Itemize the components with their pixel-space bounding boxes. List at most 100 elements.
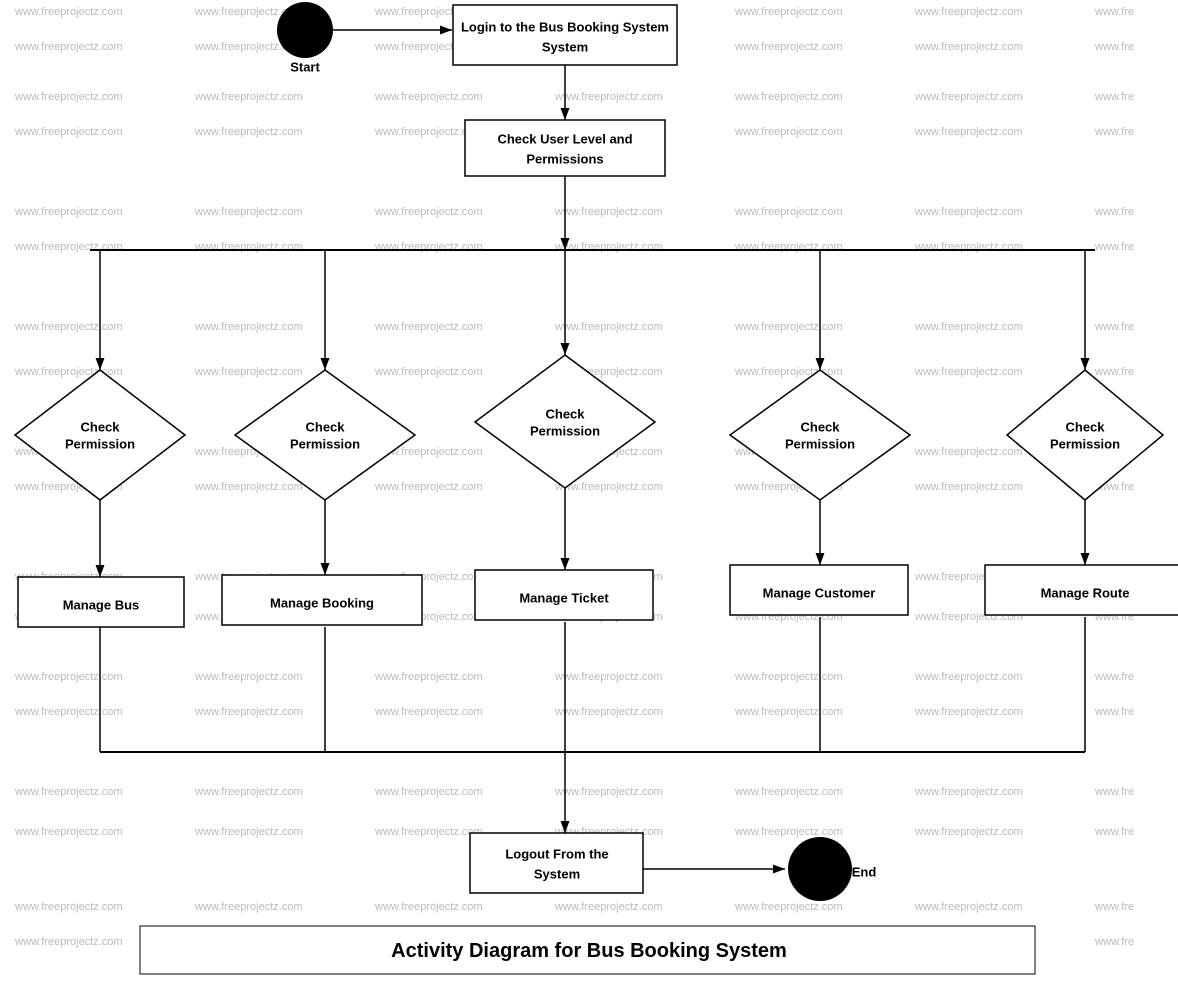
check-perm2-label2: Permission (290, 436, 360, 451)
svg-text:www.freeprojectz.com: www.freeprojectz.com (554, 901, 663, 913)
svg-text:www.freeprojectz.com: www.freeprojectz.com (374, 901, 483, 913)
login-node (453, 5, 677, 65)
svg-text:www.freeprojectz.com: www.freeprojectz.com (734, 91, 843, 103)
manage-route-label: Manage Route (1041, 585, 1130, 600)
svg-text:www.freeprojectz.com: www.freeprojectz.com (914, 206, 1023, 218)
svg-text:www.freeprojectz.com: www.freeprojectz.com (914, 41, 1023, 53)
svg-text:www.freeprojectz.com: www.freeprojectz.com (14, 206, 123, 218)
svg-text:www.freeprojectz.com: www.freeprojectz.com (734, 786, 843, 798)
svg-text:www.freeprojectz.com: www.freeprojectz.com (194, 321, 303, 333)
logout-label: Logout From the (505, 846, 608, 861)
svg-text:www.freeprojectz.com: www.freeprojectz.com (374, 206, 483, 218)
svg-text:www.freeprojectz.com: www.freeprojectz.com (374, 91, 483, 103)
svg-text:www.freeprojectz.com: www.freeprojectz.com (734, 41, 843, 53)
start-label: Start (290, 59, 320, 74)
svg-text:www.fre: www.fre (1094, 901, 1134, 913)
svg-text:www.freeprojectz.com: www.freeprojectz.com (914, 481, 1023, 493)
svg-text:www.freeprojectz.com: www.freeprojectz.com (194, 671, 303, 683)
diagram-title: Activity Diagram for Bus Booking System (391, 940, 787, 962)
svg-text:www.freeprojectz.com: www.freeprojectz.com (194, 206, 303, 218)
svg-text:www.freeprojectz.com: www.freeprojectz.com (14, 826, 123, 838)
svg-text:www.freeprojectz.com: www.freeprojectz.com (734, 126, 843, 138)
check-user-label: Check User Level and (497, 131, 632, 146)
svg-text:www.freeprojectz.com: www.freeprojectz.com (374, 786, 483, 798)
svg-text:www.freeprojectz.com: www.freeprojectz.com (14, 936, 123, 948)
svg-text:www.freeprojectz.com: www.freeprojectz.com (14, 126, 123, 138)
svg-text:www.freeprojectz.com: www.freeprojectz.com (734, 901, 843, 913)
check-perm1-label: Check (80, 419, 120, 434)
svg-text:www.freeprojectz.com: www.freeprojectz.com (194, 481, 303, 493)
svg-text:www.freeprojectz.com: www.freeprojectz.com (374, 321, 483, 333)
check-perm1-label2: Permission (65, 436, 135, 451)
svg-text:www.freeprojectz.com: www.freeprojectz.com (14, 91, 123, 103)
svg-text:www.fre: www.fre (1094, 91, 1134, 103)
svg-text:www.freeprojectz.com: www.freeprojectz.com (14, 706, 123, 718)
svg-text:www.freeprojectz.com: www.freeprojectz.com (374, 706, 483, 718)
svg-text:www.freeprojectz.com: www.freeprojectz.com (734, 826, 843, 838)
check-perm3-label2: Permission (530, 423, 600, 438)
svg-text:www.freeprojectz.com: www.freeprojectz.com (734, 6, 843, 18)
svg-text:www.freeprojectz.com: www.freeprojectz.com (374, 671, 483, 683)
svg-text:www.freeprojectz.com: www.freeprojectz.com (14, 321, 123, 333)
svg-text:www.freeprojectz.com: www.freeprojectz.com (14, 671, 123, 683)
svg-text:www.freeprojectz.com: www.freeprojectz.com (14, 786, 123, 798)
logout-node (470, 833, 643, 893)
svg-text:www.freeprojectz.com: www.freeprojectz.com (734, 321, 843, 333)
svg-text:www.freeprojectz.com: www.freeprojectz.com (374, 241, 483, 253)
svg-text:www.fre: www.fre (1094, 826, 1134, 838)
login-label: Login to the Bus Booking System (461, 19, 669, 34)
svg-text:www.freeprojectz.com: www.freeprojectz.com (554, 241, 663, 253)
svg-text:www.freeprojectz.com: www.freeprojectz.com (14, 41, 123, 53)
check-perm2-label: Check (305, 419, 345, 434)
svg-text:www.freeprojectz.com: www.freeprojectz.com (14, 901, 123, 913)
end-node (788, 837, 852, 901)
svg-text:www.freeprojectz.com: www.freeprojectz.com (914, 91, 1023, 103)
svg-text:www.freeprojectz.com: www.freeprojectz.com (914, 6, 1023, 18)
svg-text:www.freeprojectz.com: www.freeprojectz.com (194, 786, 303, 798)
svg-text:www.freeprojectz.com: www.freeprojectz.com (734, 671, 843, 683)
login-label2: System (542, 39, 588, 54)
manage-bus-label: Manage Bus (63, 597, 140, 612)
svg-text:www.freeprojectz.com: www.freeprojectz.com (914, 366, 1023, 378)
svg-text:www.freeprojectz.com: www.freeprojectz.com (914, 786, 1023, 798)
svg-text:www.freeprojectz.com: www.freeprojectz.com (914, 671, 1023, 683)
svg-text:www.freeprojectz.com: www.freeprojectz.com (14, 6, 123, 18)
svg-text:www.freeprojectz.com: www.freeprojectz.com (374, 366, 483, 378)
svg-text:www.freeprojectz.com: www.freeprojectz.com (14, 241, 123, 253)
svg-text:www.freeprojectz.com: www.freeprojectz.com (194, 366, 303, 378)
svg-text:www.fre: www.fre (1094, 366, 1134, 378)
svg-text:www.freeprojectz.com: www.freeprojectz.com (554, 706, 663, 718)
svg-text:www.freeprojectz.com: www.freeprojectz.com (734, 241, 843, 253)
start-node (277, 2, 333, 58)
check-perm4-label: Check (800, 419, 840, 434)
svg-text:www.freeprojectz.com: www.freeprojectz.com (914, 826, 1023, 838)
svg-text:www.freeprojectz.com: www.freeprojectz.com (554, 786, 663, 798)
check-perm5-label2: Permission (1050, 436, 1120, 451)
svg-text:www.freeprojectz.com: www.freeprojectz.com (374, 826, 483, 838)
svg-text:www.freeprojectz.com: www.freeprojectz.com (374, 481, 483, 493)
svg-text:www.freeprojectz.com: www.freeprojectz.com (194, 706, 303, 718)
end-label: End (852, 864, 877, 879)
svg-text:www.freeprojectz.com: www.freeprojectz.com (194, 91, 303, 103)
svg-text:www.fre: www.fre (1094, 671, 1134, 683)
svg-text:www.fre: www.fre (1094, 241, 1134, 253)
check-user-label2: Permissions (526, 151, 603, 166)
svg-text:www.freeprojectz.com: www.freeprojectz.com (194, 901, 303, 913)
svg-text:www.freeprojectz.com: www.freeprojectz.com (914, 706, 1023, 718)
svg-text:www.freeprojectz.com: www.freeprojectz.com (194, 126, 303, 138)
svg-text:www.freeprojectz.com: www.freeprojectz.com (554, 91, 663, 103)
svg-text:www.freeprojectz.com: www.freeprojectz.com (554, 206, 663, 218)
svg-text:www.fre: www.fre (1094, 126, 1134, 138)
svg-text:www.fre: www.fre (1094, 936, 1134, 948)
svg-text:www.fre: www.fre (1094, 206, 1134, 218)
svg-text:www.freeprojectz.com: www.freeprojectz.com (554, 671, 663, 683)
svg-text:www.freeprojectz.com: www.freeprojectz.com (194, 826, 303, 838)
svg-text:www.fre: www.fre (1094, 321, 1134, 333)
svg-text:www.freeprojectz.com: www.freeprojectz.com (914, 901, 1023, 913)
svg-text:www.freeprojectz.com: www.freeprojectz.com (914, 241, 1023, 253)
check-perm5-node (1007, 370, 1163, 500)
check-user-node (465, 120, 665, 176)
check-perm5-label: Check (1065, 419, 1105, 434)
svg-text:www.fre: www.fre (1094, 6, 1134, 18)
check-perm3-label: Check (545, 406, 585, 421)
